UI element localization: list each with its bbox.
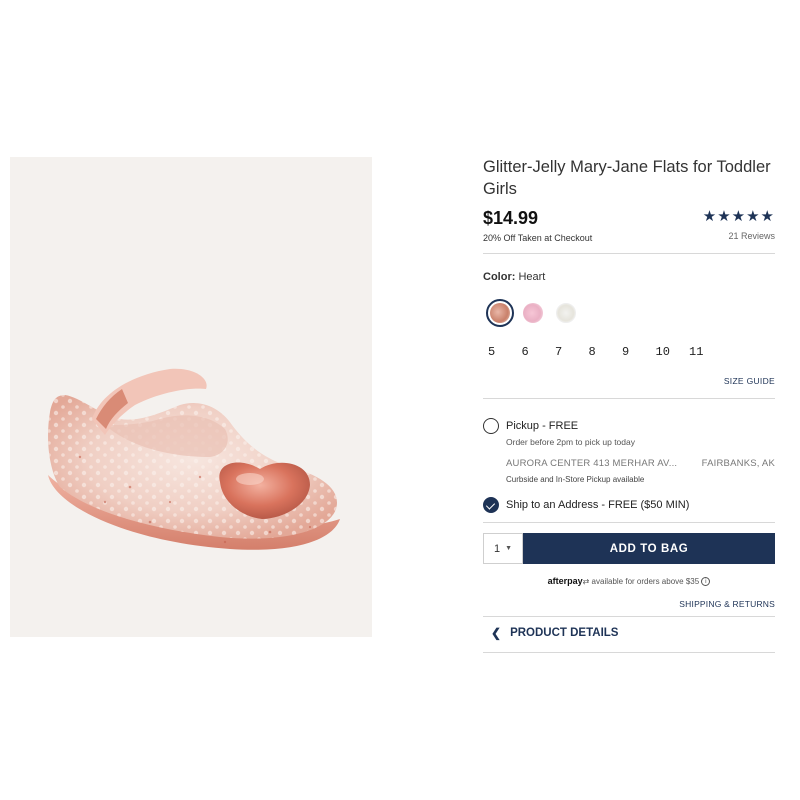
afterpay-logo: afterpay bbox=[547, 576, 583, 586]
white-swatch[interactable] bbox=[552, 299, 580, 327]
afterpay-text: available for orders above $35 bbox=[591, 577, 700, 586]
chevron-down-icon: ▼ bbox=[505, 545, 513, 552]
size-selector: 5 6 7 8 9 10 11 bbox=[488, 345, 723, 359]
pickup-hint: Order before 2pm to pick up today bbox=[506, 437, 635, 447]
size-option[interactable]: 10 bbox=[656, 345, 690, 359]
curbside-text: Curbside and In-Store Pickup available bbox=[506, 475, 645, 484]
product-details-toggle[interactable]: ❮ PRODUCT DETAILS bbox=[491, 626, 618, 640]
product-price: $14.99 bbox=[483, 208, 539, 228]
color-label-key: Color: bbox=[483, 271, 516, 283]
store-name-link[interactable]: AURORA CENTER 413 MERHAR AV... bbox=[506, 458, 677, 469]
size-guide-link[interactable]: SIZE GUIDE bbox=[724, 376, 775, 386]
size-option[interactable]: 8 bbox=[589, 345, 623, 359]
size-option[interactable]: 7 bbox=[555, 345, 589, 359]
divider bbox=[483, 522, 775, 523]
quantity-value: 1 bbox=[493, 542, 501, 555]
divider bbox=[483, 652, 775, 653]
store-city: FAIRBANKS, AK bbox=[701, 458, 775, 469]
color-swatches bbox=[486, 299, 580, 327]
add-to-bag-button[interactable]: ADD TO BAG bbox=[523, 533, 775, 564]
reviews-link[interactable]: 21 Reviews bbox=[728, 231, 775, 241]
afterpay-note: afterpay⇄ available for orders above $35… bbox=[483, 576, 775, 587]
size-option[interactable]: 9 bbox=[622, 345, 656, 359]
rating-stars[interactable]: ★★★★★ bbox=[703, 207, 775, 225]
product-title: Glitter-Jelly Mary-Jane Flats for Toddle… bbox=[483, 158, 771, 198]
pink-swatch[interactable] bbox=[519, 299, 547, 327]
chevron-left-icon: ❮ bbox=[491, 626, 502, 640]
ship-label[interactable]: Ship to an Address - FREE ($50 MIN) bbox=[506, 499, 689, 511]
divider bbox=[483, 253, 775, 254]
size-option[interactable]: 11 bbox=[689, 345, 723, 359]
promo-text: 20% Off Taken at Checkout bbox=[483, 233, 593, 243]
quantity-select[interactable]: 1 ▼ bbox=[483, 533, 523, 564]
color-selected-value: Heart bbox=[518, 271, 546, 283]
size-option[interactable]: 6 bbox=[522, 345, 556, 359]
divider bbox=[483, 616, 775, 617]
pickup-radio[interactable] bbox=[483, 418, 499, 434]
product-image[interactable] bbox=[10, 157, 372, 637]
color-label: Color: Heart bbox=[483, 271, 545, 283]
shipping-returns-link[interactable]: SHIPPING & RETURNS bbox=[679, 599, 775, 609]
afterpay-arrow-icon: ⇄ bbox=[582, 577, 590, 586]
info-icon[interactable]: i bbox=[701, 577, 711, 587]
ship-radio[interactable] bbox=[483, 497, 499, 513]
product-details-label: PRODUCT DETAILS bbox=[510, 627, 619, 639]
pickup-label[interactable]: Pickup - FREE bbox=[506, 420, 578, 432]
heart-swatch[interactable] bbox=[486, 299, 514, 327]
shoe-illustration bbox=[48, 368, 340, 550]
size-option[interactable]: 5 bbox=[488, 345, 522, 359]
divider bbox=[483, 398, 775, 399]
